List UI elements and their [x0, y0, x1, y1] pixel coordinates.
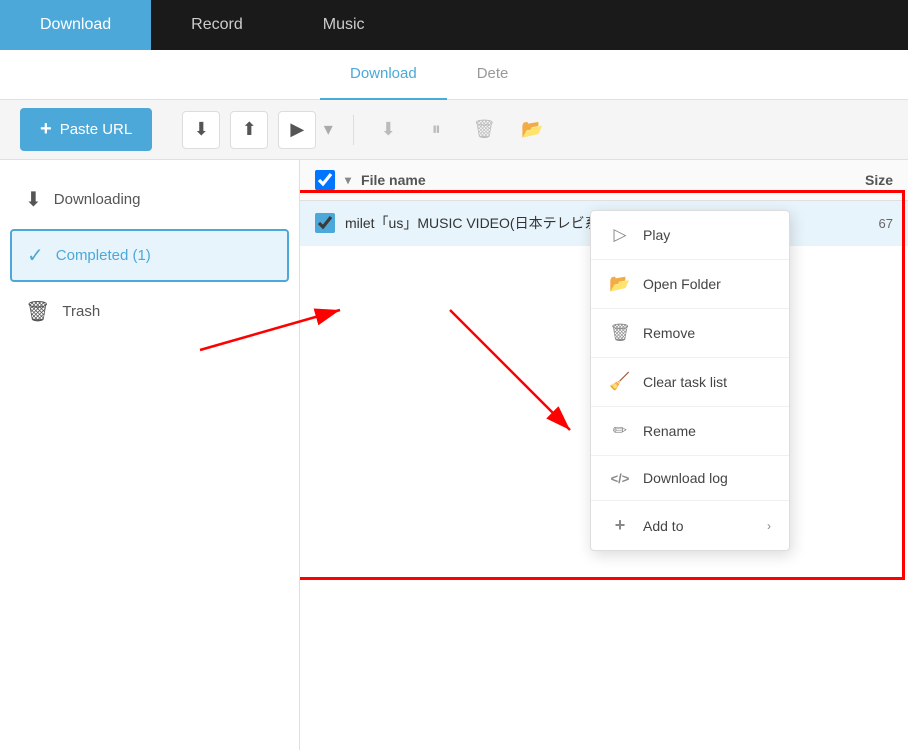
context-menu-add-to[interactable]: + Add to › [591, 501, 789, 550]
sidebar-item-trash[interactable]: 🗑 Trash [10, 287, 289, 336]
dropdown-icon: ▾ [345, 173, 351, 187]
toolbar: + Paste URL ⬇ ⬆ ▶ ▾ ⬇ ⏸ 🗑 📂 [0, 100, 908, 160]
sidebar-trash-label: Trash [62, 303, 100, 320]
trash-sidebar-icon: 🗑 [25, 299, 50, 324]
file-list-header: ▾ File name Size [300, 160, 908, 201]
clear-task-menu-icon: 🧹 [609, 372, 631, 392]
pause-icon-button[interactable]: ⏸ [417, 111, 455, 149]
toolbar-divider-1 [353, 115, 354, 145]
context-menu-open-folder[interactable]: 📂 Open Folder [591, 260, 789, 309]
sidebar: ⬇ Downloading ✓ Completed (1) 🗑 Trash [0, 160, 300, 750]
clear-task-menu-label: Clear task list [643, 374, 727, 390]
nav-record[interactable]: Record [151, 0, 283, 50]
rename-menu-icon: ✏ [609, 421, 631, 441]
top-navigation: Download Record Music [0, 0, 908, 50]
dropdown-arrow-button[interactable]: ▾ [318, 111, 338, 149]
sidebar-completed-label: Completed (1) [56, 247, 151, 264]
play-menu-label: Play [643, 227, 670, 243]
download-icon-button[interactable]: ⬆ [230, 111, 268, 149]
subnav-download[interactable]: Download [320, 50, 447, 100]
downloading-icon: ⬇ [25, 187, 42, 212]
rename-menu-label: Rename [643, 423, 696, 439]
nav-download[interactable]: Download [0, 0, 151, 50]
context-menu-remove[interactable]: 🗑 Remove [591, 309, 789, 358]
folder-icon-button[interactable]: 📂 [513, 111, 551, 149]
download-log-menu-icon: </> [609, 471, 631, 486]
sidebar-item-completed[interactable]: ✓ Completed (1) [10, 229, 289, 282]
paste-url-label: Paste URL [60, 121, 133, 138]
context-menu-rename[interactable]: ✏ Rename [591, 407, 789, 456]
file-checkbox[interactable] [315, 213, 335, 233]
add-to-menu-icon: + [609, 515, 631, 536]
column-size-header: Size [813, 172, 893, 188]
paste-url-button[interactable]: + Paste URL [20, 108, 152, 151]
select-all-checkbox[interactable] [315, 170, 335, 190]
play-menu-icon: ▷ [609, 225, 631, 245]
completed-icon: ✓ [27, 243, 44, 268]
context-menu-download-log[interactable]: </> Download log [591, 456, 789, 501]
sidebar-item-downloading[interactable]: ⬇ Downloading [10, 175, 289, 224]
nav-music[interactable]: Music [283, 0, 405, 50]
context-menu-clear-task-list[interactable]: 🧹 Clear task list [591, 358, 789, 407]
video-icon-button[interactable]: ▶ [278, 111, 316, 149]
sidebar-downloading-label: Downloading [54, 191, 141, 208]
context-menu-play[interactable]: ▷ Play [591, 211, 789, 260]
main-content: ⬇ Downloading ✓ Completed (1) 🗑 Trash ▾ … [0, 160, 908, 750]
remove-menu-icon: 🗑 [609, 323, 631, 343]
add-to-menu-label: Add to [643, 518, 683, 534]
trash-icon-button[interactable]: 🗑 [465, 111, 503, 149]
file-list-area: ▾ File name Size milet「us」MUSIC VIDEO(日本… [300, 160, 908, 750]
plus-icon: + [40, 118, 52, 141]
context-menu: ▷ Play 📂 Open Folder 🗑 Remove 🧹 Clear ta… [590, 210, 790, 551]
submenu-arrow-icon: › [767, 519, 771, 533]
file-size-label: 67 [813, 216, 893, 231]
download-arrow-icon-button[interactable]: ⬇ [369, 111, 407, 149]
download-log-menu-label: Download log [643, 470, 728, 486]
remove-menu-label: Remove [643, 325, 695, 341]
open-folder-menu-label: Open Folder [643, 276, 721, 292]
sub-navigation: Download Dete [0, 50, 908, 100]
column-name-header: File name [361, 172, 813, 188]
open-folder-menu-icon: 📂 [609, 274, 631, 294]
subnav-dete[interactable]: Dete [447, 50, 539, 100]
download-to-icon-button[interactable]: ⬇ [182, 111, 220, 149]
